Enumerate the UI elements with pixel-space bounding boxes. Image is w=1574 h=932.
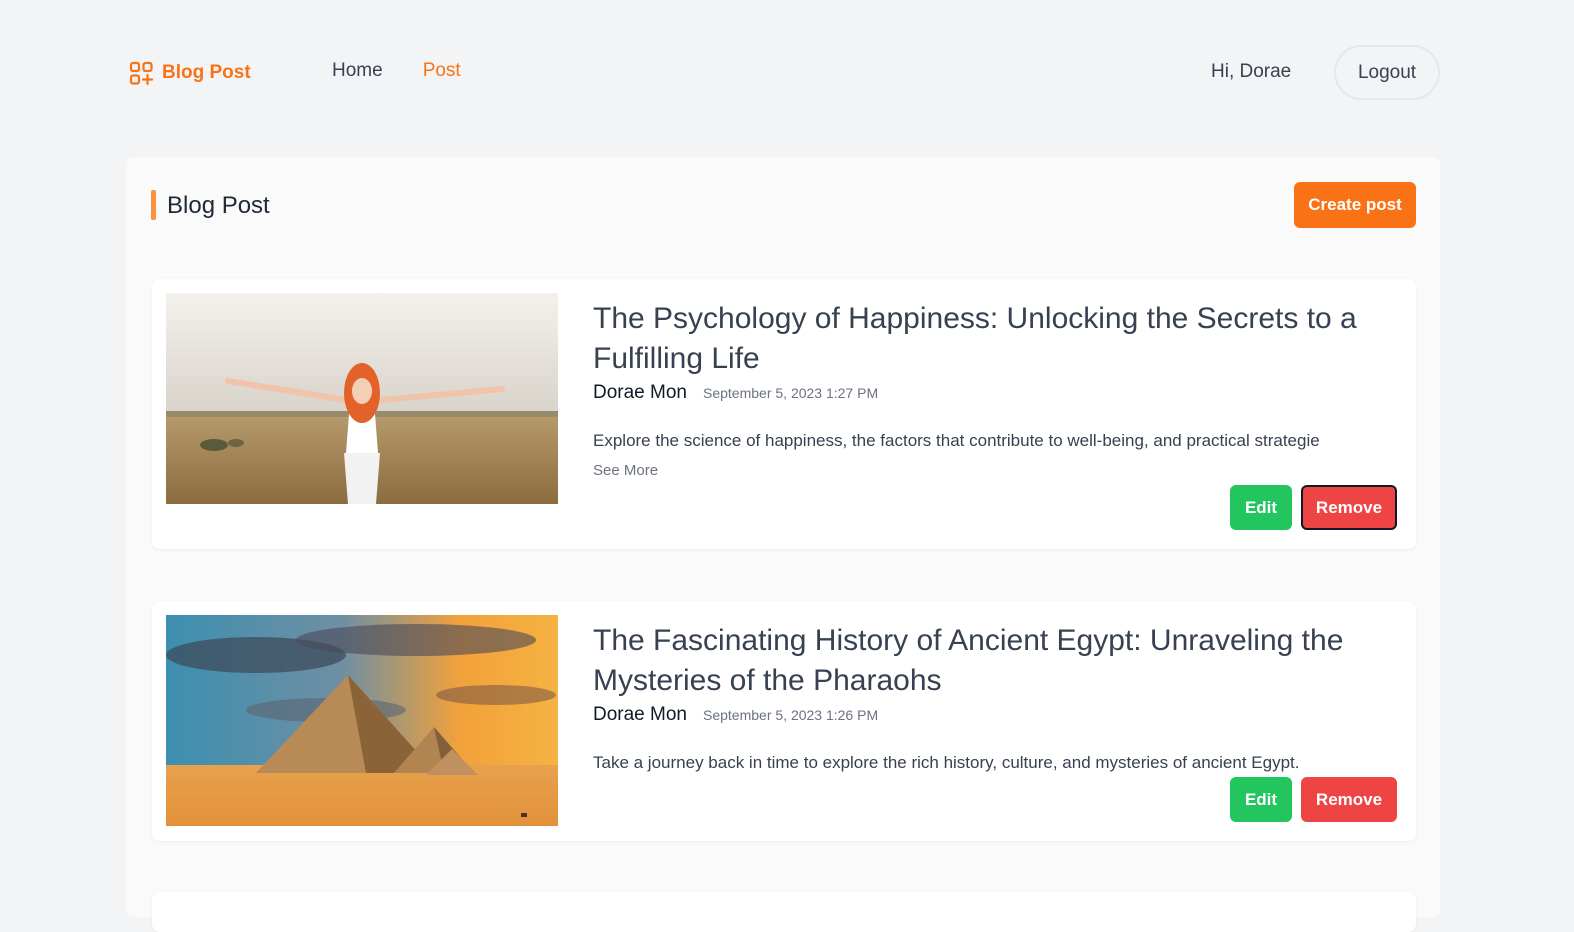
post-excerpt: Take a journey back in time to explore t…: [593, 753, 1300, 772]
post-excerpt: Explore the science of happiness, the fa…: [593, 431, 1320, 450]
user-greeting: Hi, Dorae: [1211, 61, 1292, 82]
post-card: The Psychology of Happiness: Unlocking t…: [152, 279, 1416, 549]
nav-link-home[interactable]: Home: [332, 60, 383, 82]
post-title[interactable]: The Psychology of Happiness: Unlocking t…: [593, 299, 1383, 379]
nav-link-post[interactable]: Post: [423, 60, 461, 82]
post-author: Dorae Mon: [593, 704, 687, 725]
post-list-panel: Blog Post Create post The Psychology of …: [126, 157, 1440, 932]
see-more-link[interactable]: See More: [593, 462, 658, 479]
post-meta: Dorae Mon September 5, 2023 1:27 PM: [593, 382, 878, 404]
post-date: September 5, 2023 1:26 PM: [703, 707, 879, 723]
page-title: Blog Post: [167, 192, 270, 219]
title-accent-bar: [151, 190, 156, 220]
post-author: Dorae Mon: [593, 382, 687, 403]
remove-button[interactable]: Remove: [1301, 485, 1397, 530]
top-navbar: Blog Post Home Post Hi, Dorae Logout: [0, 0, 1574, 146]
edit-button[interactable]: Edit: [1230, 777, 1292, 822]
create-post-button[interactable]: Create post: [1294, 182, 1416, 228]
brand-logo[interactable]: Blog Post: [129, 58, 251, 88]
post-date: September 5, 2023 1:27 PM: [703, 385, 879, 401]
remove-button[interactable]: Remove: [1301, 777, 1397, 822]
post-title[interactable]: The Fascinating History of Ancient Egypt…: [593, 621, 1383, 701]
edit-button[interactable]: Edit: [1230, 485, 1292, 530]
post-thumbnail-happiness[interactable]: [166, 293, 558, 504]
post-card: [152, 892, 1416, 932]
post-card: The Fascinating History of Ancient Egypt…: [152, 601, 1416, 841]
apps-grid-plus-icon: [129, 61, 154, 85]
post-meta: Dorae Mon September 5, 2023 1:26 PM: [593, 704, 878, 726]
post-thumbnail-egypt[interactable]: [166, 615, 558, 826]
brand-name: Blog Post: [162, 62, 251, 83]
logout-button[interactable]: Logout: [1334, 45, 1440, 100]
main-nav: Home Post: [332, 60, 461, 82]
